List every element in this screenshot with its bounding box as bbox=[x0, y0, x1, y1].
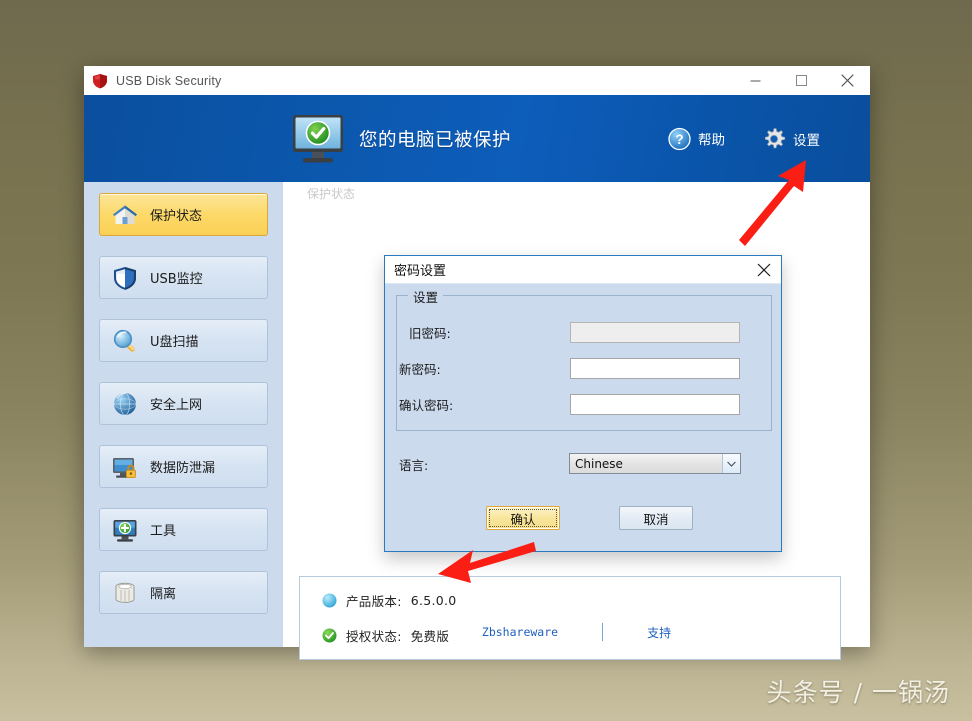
sidebar-item-label: 隔离 bbox=[150, 587, 177, 602]
question-icon: ? bbox=[668, 127, 691, 150]
language-select[interactable]: Chinese bbox=[569, 453, 741, 474]
window-title-bar: USB Disk Security bbox=[84, 66, 870, 95]
old-password-input[interactable] bbox=[570, 322, 740, 343]
application-window: USB Disk Security 您的电脑已被保护 ? 帮助 设置 保护状态 … bbox=[84, 66, 870, 660]
gear-icon bbox=[765, 127, 786, 148]
svg-text:?: ? bbox=[675, 132, 683, 147]
language-selected-value: Chinese bbox=[575, 456, 623, 471]
sidebar: 保护状态 USB监控 U盘扫描 安全上网 数据防泄漏 工具 隔离 bbox=[84, 182, 283, 647]
sidebar-item-tools[interactable]: 工具 bbox=[99, 508, 268, 551]
footer-links: Zbshareware 支持 bbox=[283, 623, 870, 641]
sidebar-item-label: 安全上网 bbox=[150, 398, 203, 413]
minimize-button[interactable] bbox=[732, 66, 778, 95]
dialog-close-button[interactable] bbox=[753, 259, 775, 281]
sidebar-item-quarantine[interactable]: 隔离 bbox=[99, 571, 268, 614]
globe-icon bbox=[113, 391, 137, 415]
old-password-label: 旧密码: bbox=[409, 326, 451, 341]
chevron-down-icon bbox=[722, 454, 740, 473]
footer-separator bbox=[602, 623, 604, 641]
minimize-icon bbox=[750, 80, 760, 82]
sidebar-item-label: U盘扫描 bbox=[150, 335, 199, 350]
window-controls bbox=[732, 66, 870, 95]
protection-status-text: 您的电脑已被保护 bbox=[359, 128, 512, 150]
dialog-title-bar: 密码设置 bbox=[385, 256, 781, 284]
maximize-icon bbox=[795, 75, 807, 86]
lock-monitor-icon bbox=[113, 457, 136, 478]
close-icon bbox=[757, 263, 771, 277]
trash-icon bbox=[115, 582, 135, 603]
settings-button[interactable]: 设置 bbox=[762, 127, 820, 151]
brand-link[interactable]: Zbshareware bbox=[482, 625, 558, 639]
protection-status: 您的电脑已被保护 bbox=[290, 113, 511, 165]
info-row-product-version: 产品版本: 6.5.0.0 bbox=[322, 591, 840, 610]
settings-label: 设置 bbox=[793, 132, 820, 148]
shield-icon bbox=[114, 266, 136, 290]
support-link[interactable]: 支持 bbox=[647, 624, 671, 641]
new-password-input[interactable] bbox=[570, 358, 740, 379]
sidebar-item-label: 保护状态 bbox=[150, 209, 203, 224]
sidebar-item-usb-monitor[interactable]: USB监控 bbox=[99, 256, 268, 299]
cancel-button-label: 取消 bbox=[643, 511, 669, 527]
confirm-password-input[interactable] bbox=[570, 394, 740, 415]
new-password-row: 新密码: bbox=[399, 359, 441, 378]
confirm-button[interactable]: 确认 bbox=[486, 506, 560, 530]
maximize-button[interactable] bbox=[778, 66, 824, 95]
sidebar-item-protection-status[interactable]: 保护状态 bbox=[99, 193, 268, 236]
window-title: USB Disk Security bbox=[116, 73, 222, 88]
info-value: 6.5.0.0 bbox=[410, 593, 457, 608]
language-label: 语言: bbox=[399, 458, 429, 473]
sidebar-item-label: 数据防泄漏 bbox=[150, 461, 216, 476]
cancel-button[interactable]: 取消 bbox=[619, 506, 693, 530]
shield-icon bbox=[93, 73, 107, 88]
help-button[interactable]: ? 帮助 bbox=[668, 127, 725, 150]
dialog-title: 密码设置 bbox=[394, 264, 447, 279]
confirm-password-label: 确认密码: bbox=[399, 398, 454, 413]
sidebar-item-data-leak-prevention[interactable]: 数据防泄漏 bbox=[99, 445, 268, 488]
info-label: 产品版本: bbox=[346, 594, 402, 609]
fieldset-legend: 设置 bbox=[408, 287, 444, 306]
close-icon bbox=[840, 74, 854, 87]
sidebar-item-safe-browsing[interactable]: 安全上网 bbox=[99, 382, 268, 425]
magnifier-icon bbox=[113, 329, 135, 352]
info-panel: 产品版本: 6.5.0.0 授权状态: 免费版 bbox=[299, 576, 841, 660]
header-banner: 您的电脑已被保护 ? 帮助 设置 bbox=[84, 95, 870, 182]
sidebar-item-label: 工具 bbox=[150, 524, 177, 539]
new-password-label: 新密码: bbox=[399, 362, 441, 377]
content-background-title: 保护状态 bbox=[307, 187, 356, 201]
focus-outline bbox=[489, 509, 557, 527]
sidebar-item-label: USB监控 bbox=[150, 272, 203, 287]
blue-sphere-icon bbox=[322, 593, 337, 608]
monitor-plus-icon bbox=[113, 519, 137, 542]
language-row: 语言: bbox=[399, 455, 428, 474]
monitor-protected-icon bbox=[293, 114, 343, 162]
watermark: 头条号 / 一锅汤 bbox=[766, 678, 950, 707]
home-icon bbox=[113, 205, 137, 224]
password-settings-dialog: 密码设置 设置 旧密码: 新密码: 确认密码: 语言: Chinese 确认 取… bbox=[384, 255, 782, 552]
old-password-row: 旧密码: bbox=[409, 323, 451, 342]
confirm-password-row: 确认密码: bbox=[399, 395, 453, 414]
help-label: 帮助 bbox=[698, 132, 725, 148]
sidebar-item-usb-scan[interactable]: U盘扫描 bbox=[99, 319, 268, 362]
close-button[interactable] bbox=[824, 66, 870, 95]
